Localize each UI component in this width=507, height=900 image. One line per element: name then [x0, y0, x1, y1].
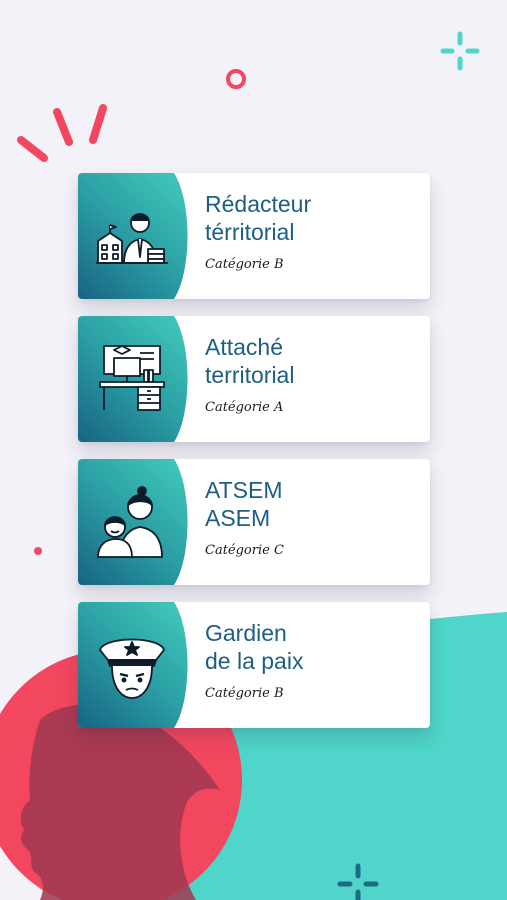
coral-dashes-decoration	[17, 104, 107, 162]
card-title: ATSEM ASEM	[205, 477, 283, 531]
office-desk-icon	[99, 345, 165, 411]
card-atsem-asem[interactable]: ATSEM ASEM Catégorie C	[78, 459, 430, 585]
administrator-icon	[96, 213, 168, 264]
card-attache-territorial[interactable]: Attaché territorial Catégorie A	[78, 316, 430, 442]
card-redacteur-territorial[interactable]: Rédacteur térritorial Catégorie B	[78, 173, 430, 299]
card-title: Rédacteur térritorial	[205, 191, 312, 245]
card-gardien-de-la-paix[interactable]: Gardien de la paix Catégorie B	[78, 602, 430, 728]
police-officer-icon	[99, 638, 165, 699]
background-decoration	[0, 31, 507, 900]
card-title: Attaché territorial	[205, 334, 295, 388]
card-category: Catégorie A	[205, 400, 284, 415]
teal-sparkle-decoration	[440, 31, 480, 71]
card-category: Catégorie C	[205, 543, 284, 558]
card-title: Gardien de la paix	[205, 620, 304, 674]
coral-dot-decoration	[34, 547, 42, 555]
card-category: Catégorie B	[205, 686, 284, 701]
mother-child-icon	[97, 486, 163, 558]
coral-ring-decoration	[226, 69, 246, 89]
card-category: Catégorie B	[205, 257, 284, 272]
